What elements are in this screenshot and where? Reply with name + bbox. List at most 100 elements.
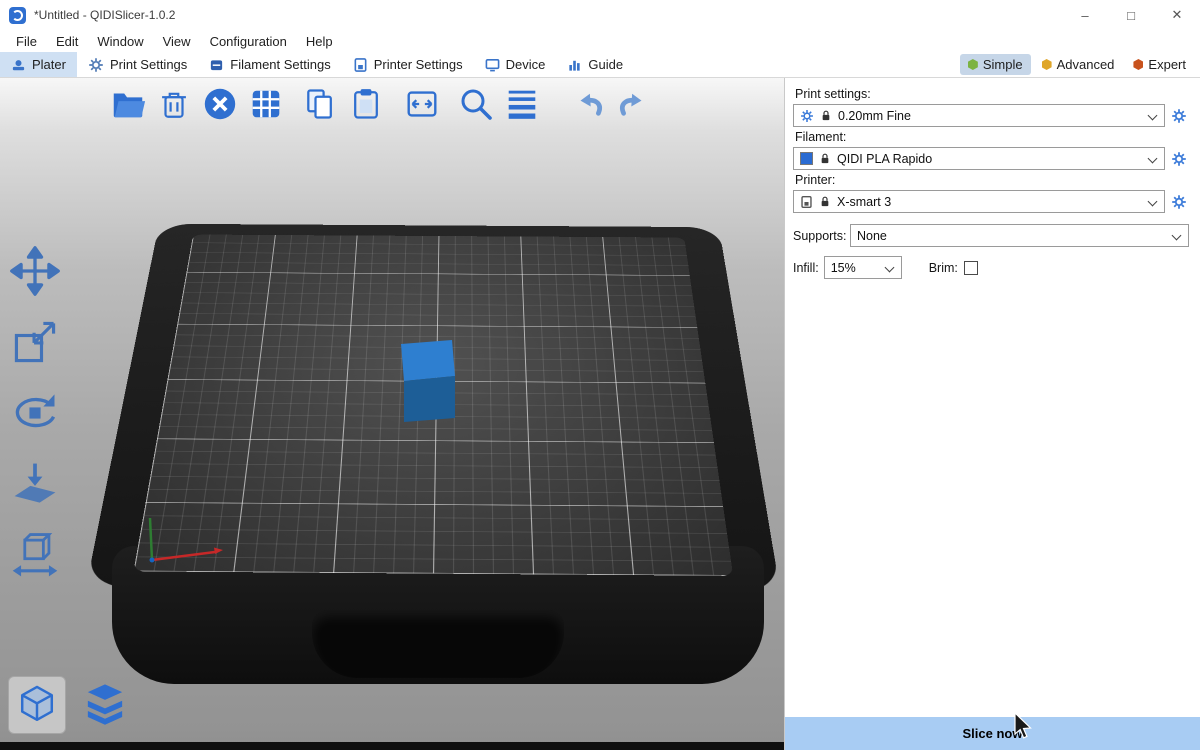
close-button[interactable]: ✕ [1154, 0, 1200, 30]
gear-icon [800, 109, 814, 123]
layer-height-button[interactable] [502, 84, 542, 124]
infill-label: Infill: [793, 261, 819, 275]
undo-icon [571, 87, 607, 121]
tab-printer-settings[interactable]: Printer Settings [342, 52, 474, 77]
tab-bar: Plater Print Settings Filament Settings … [0, 52, 1200, 78]
filament-value: QIDI PLA Rapido [837, 152, 932, 166]
arrange-icon [247, 85, 285, 123]
place-on-face-icon [9, 458, 61, 510]
place-on-face-tool-button[interactable] [6, 455, 64, 513]
mode-advanced-label: Advanced [1057, 57, 1115, 72]
infill-combo[interactable]: 15% [824, 256, 902, 279]
tab-guide-label: Guide [588, 57, 623, 72]
brim-label: Brim: [929, 261, 958, 275]
arrange-button[interactable] [246, 84, 286, 124]
menu-view[interactable]: View [154, 34, 201, 49]
slice-now-button[interactable]: Slice now [785, 717, 1200, 750]
move-icon [9, 245, 61, 297]
redo-icon [615, 87, 651, 121]
supports-combo[interactable]: None [850, 224, 1189, 247]
mode-advanced[interactable]: Advanced [1034, 54, 1123, 75]
menu-edit[interactable]: Edit [47, 34, 88, 49]
mode-expert[interactable]: Expert [1125, 54, 1194, 75]
edit-print-settings-button[interactable] [1169, 108, 1189, 124]
printer-icon [800, 195, 813, 209]
advanced-mode-dot-icon [1042, 59, 1052, 70]
brim-checkbox[interactable] [964, 261, 978, 275]
split-icon [403, 85, 441, 123]
print-settings-value: 0.20mm Fine [838, 109, 911, 123]
tab-filament-settings-label: Filament Settings [230, 57, 330, 72]
undo-button[interactable] [570, 85, 608, 123]
preview-layers-icon [80, 681, 130, 729]
rotate-tool-button[interactable] [6, 384, 64, 442]
rotate-icon [9, 387, 61, 439]
mode-simple[interactable]: Simple [960, 54, 1031, 75]
settings-sidebar: Print settings: 0.20mm Fine Filament: QI… [784, 78, 1200, 750]
printer-label: Printer: [795, 173, 1189, 187]
device-icon [485, 57, 500, 73]
app-logo-icon [9, 7, 26, 24]
view-toolbar [8, 676, 134, 734]
simple-mode-dot-icon [968, 59, 978, 70]
mode-simple-label: Simple [983, 57, 1023, 72]
filament-combo[interactable]: QIDI PLA Rapido [793, 147, 1165, 170]
gear-icon [88, 57, 104, 73]
print-settings-combo[interactable]: 0.20mm Fine [793, 104, 1165, 127]
viewport-bottom-strip [0, 742, 784, 750]
cut-icon [9, 529, 61, 581]
tab-filament-settings[interactable]: Filament Settings [198, 52, 341, 77]
search-button[interactable] [456, 84, 496, 124]
3d-viewport[interactable] [0, 78, 784, 750]
split-button[interactable] [402, 84, 442, 124]
tab-plater-label: Plater [32, 57, 66, 72]
mode-selector: Simple Advanced Expert [960, 52, 1200, 77]
gear-icon [1171, 151, 1187, 167]
mode-expert-label: Expert [1148, 57, 1186, 72]
mouse-cursor [1013, 712, 1035, 742]
trash-icon [157, 86, 191, 122]
tab-device[interactable]: Device [474, 52, 557, 77]
menu-window[interactable]: Window [88, 34, 153, 49]
copy-button[interactable] [300, 84, 340, 124]
tab-print-settings[interactable]: Print Settings [77, 52, 198, 77]
delete-all-button[interactable] [200, 84, 240, 124]
menu-help[interactable]: Help [297, 34, 343, 49]
paste-button[interactable] [346, 84, 386, 124]
scale-tool-button[interactable] [6, 313, 64, 371]
filament-color-swatch [800, 152, 813, 165]
open-button[interactable] [108, 84, 148, 124]
delete-button[interactable] [154, 84, 194, 124]
open-folder-icon [109, 85, 147, 123]
paste-icon [348, 85, 384, 123]
tab-print-settings-label: Print Settings [110, 57, 187, 72]
print-settings-label: Print settings: [795, 87, 1189, 101]
lock-icon [819, 195, 831, 208]
plater-toolbar [108, 84, 652, 124]
chevron-down-icon [1148, 197, 1158, 207]
chevron-down-icon [1148, 111, 1158, 121]
move-tool-button[interactable] [6, 242, 64, 300]
printer-combo[interactable]: X-smart 3 [793, 190, 1165, 213]
preview-view-button[interactable] [76, 676, 134, 734]
3d-view-cube-icon [14, 681, 60, 729]
menu-configuration[interactable]: Configuration [201, 34, 297, 49]
tab-guide[interactable]: Guide [556, 52, 634, 77]
delete-all-icon [201, 85, 239, 123]
edit-filament-button[interactable] [1169, 151, 1189, 167]
guide-icon [567, 57, 582, 73]
plater-icon [11, 57, 26, 73]
redo-button[interactable] [614, 85, 652, 123]
maximize-button[interactable]: □ [1108, 0, 1154, 30]
variable-layer-height-icon [503, 85, 541, 123]
3d-editor-view-button[interactable] [8, 676, 66, 734]
supports-label: Supports: [793, 229, 850, 243]
cut-tool-button[interactable] [6, 526, 64, 584]
model-cube[interactable] [395, 336, 465, 431]
minimize-button[interactable]: – [1062, 0, 1108, 30]
chevron-down-icon [1148, 154, 1158, 164]
tab-plater[interactable]: Plater [0, 52, 77, 77]
printer-value: X-smart 3 [837, 195, 891, 209]
menu-file[interactable]: File [7, 34, 47, 49]
edit-printer-button[interactable] [1169, 194, 1189, 210]
